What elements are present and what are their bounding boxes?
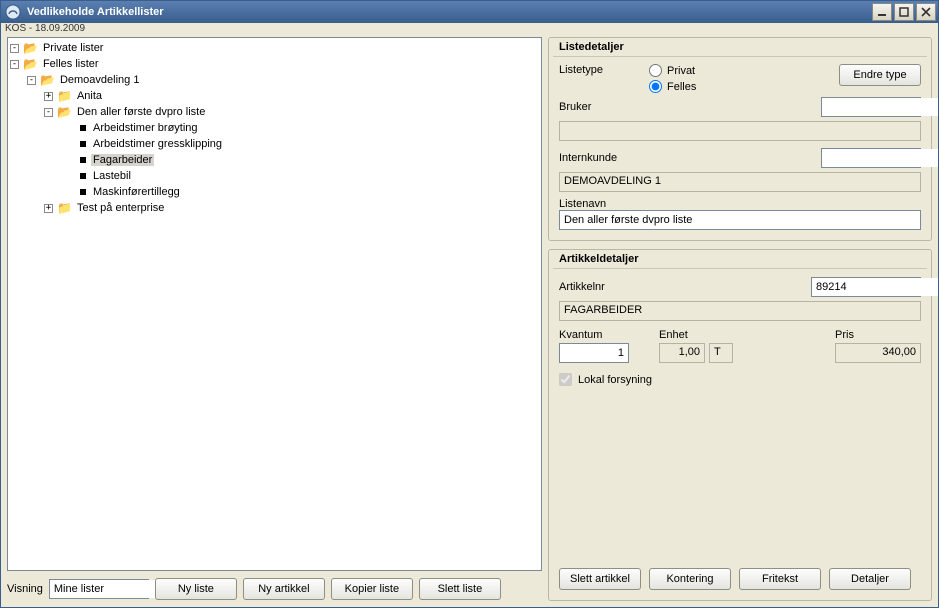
close-button[interactable] [916, 3, 936, 21]
slett-liste-button[interactable]: Slett liste [419, 578, 501, 600]
tree-node-label[interactable]: Den aller første dvpro liste [75, 106, 207, 118]
listenavn-input[interactable] [559, 210, 921, 230]
tree-toggle-icon[interactable]: + [44, 204, 53, 213]
tree-node-label[interactable]: Test på enterprise [75, 202, 166, 214]
ny-artikkel-button[interactable]: Ny artikkel [243, 578, 325, 600]
tree-folder[interactable]: + 📁Anita [8, 88, 541, 104]
tree-toggle-icon[interactable]: + [44, 92, 53, 101]
visning-combo[interactable]: ▾ [49, 579, 149, 599]
tree-folder[interactable]: -📂Demoavdeling 1 [8, 72, 541, 88]
tree-node-label[interactable]: Arbeidstimer brøyting [91, 122, 200, 134]
pris-display: 340,00 [835, 343, 921, 363]
bullet-icon [80, 157, 86, 163]
bullet-icon [80, 189, 86, 195]
tree-node-label[interactable]: Arbeidstimer gressklipping [91, 138, 224, 150]
lokal-forsyning-input[interactable] [559, 373, 572, 386]
folder-icon: 📂 [23, 41, 38, 55]
tree-toggle-icon[interactable]: - [10, 60, 19, 69]
app-window: Vedlikeholde Artikkellister KOS - 18.09.… [0, 0, 939, 608]
listetype-privat-radio[interactable]: Privat [649, 64, 833, 77]
minimize-button[interactable] [872, 3, 892, 21]
bottom-toolbar: Visning ▾ Ny liste Ny artikkel Kopier li… [7, 571, 542, 601]
listedetaljer-title: Listedetaljer [553, 41, 927, 57]
fritekst-button[interactable]: Fritekst [739, 568, 821, 590]
privat-radio-input[interactable] [649, 64, 662, 77]
slett-artikkel-button[interactable]: Slett artikkel [559, 568, 641, 590]
bruker-label: Bruker [559, 101, 643, 113]
tree-node-label[interactable]: Private lister [41, 42, 106, 54]
tree-view[interactable]: -📂Private lister-📂Felles lister-📂Demoavd… [7, 37, 542, 571]
kontering-button[interactable]: Kontering [649, 568, 731, 590]
tree-folder[interactable]: + 📁Test på enterprise [8, 200, 541, 216]
folder-icon: 📁 [57, 201, 72, 215]
artikkeldetaljer-title: Artikkeldetaljer [553, 253, 927, 269]
folder-icon: 📂 [57, 105, 72, 119]
artikkeldetaljer-group: Artikkeldetaljer Artikkelnr ▾ FAGARBEIDE… [548, 249, 932, 601]
listedetaljer-group: Listedetaljer Listetype Privat Felles [548, 37, 932, 241]
internkunde-value[interactable] [822, 149, 938, 167]
listetype-felles-radio[interactable]: Felles [649, 80, 833, 93]
window-title: Vedlikeholde Artikkellister [27, 6, 870, 18]
bruker-combo[interactable]: ▾ [821, 97, 921, 117]
tree-toggle-icon[interactable]: - [10, 44, 19, 53]
kvantum-label: Kvantum [559, 329, 629, 341]
left-panel: -📂Private lister-📂Felles lister-📂Demoavd… [7, 37, 542, 601]
folder-icon: 📂 [40, 73, 55, 87]
folder-icon: 📂 [23, 57, 38, 71]
tree-leaf[interactable]: Lastebil [8, 168, 541, 184]
enhet-factor-display: 1,00 [659, 343, 705, 363]
detaljer-button[interactable]: Detaljer [829, 568, 911, 590]
listenavn-label: Listenavn [559, 198, 921, 210]
tree-toggle-icon[interactable]: - [27, 76, 36, 85]
lokal-forsyning-label: Lokal forsyning [578, 374, 652, 386]
artikkelnr-value[interactable] [812, 278, 938, 296]
app-icon [5, 4, 21, 20]
tree-leaf[interactable]: Arbeidstimer brøyting [8, 120, 541, 136]
privat-radio-label: Privat [667, 65, 695, 77]
internkunde-name-display: DEMOAVDELING 1 [559, 172, 921, 192]
content-area: -📂Private lister-📂Felles lister-📂Demoavd… [1, 37, 938, 607]
tree-node-label[interactable]: Fagarbeider [91, 154, 154, 166]
kvantum-input[interactable] [559, 343, 629, 363]
enhet-unit-display: T [709, 343, 733, 363]
felles-radio-input[interactable] [649, 80, 662, 93]
endre-type-button[interactable]: Endre type [839, 64, 921, 86]
tree-toggle-icon[interactable]: - [44, 108, 53, 117]
listetype-label: Listetype [559, 64, 643, 76]
bullet-icon [80, 141, 86, 147]
tree-node-label[interactable]: Felles lister [41, 58, 101, 70]
artikkelnr-label: Artikkelnr [559, 281, 643, 293]
tree-node-label[interactable]: Anita [75, 90, 104, 102]
bruker-name-display [559, 121, 921, 141]
kopier-liste-button[interactable]: Kopier liste [331, 578, 413, 600]
tree-node-label[interactable]: Maskinførertillegg [91, 186, 182, 198]
bullet-icon [80, 125, 86, 131]
tree-leaf[interactable]: Arbeidstimer gressklipping [8, 136, 541, 152]
lokal-forsyning-checkbox[interactable]: Lokal forsyning [559, 373, 921, 386]
bullet-icon [80, 173, 86, 179]
tree-leaf[interactable]: Maskinførertillegg [8, 184, 541, 200]
internkunde-combo[interactable]: ▾ [821, 148, 921, 168]
visning-label: Visning [7, 583, 43, 595]
right-panel: Listedetaljer Listetype Privat Felles [548, 37, 932, 601]
bruker-value[interactable] [822, 98, 938, 116]
tree-node-label[interactable]: Demoavdeling 1 [58, 74, 142, 86]
status-line: KOS - 18.09.2009 [1, 23, 938, 37]
tree-leaf[interactable]: Fagarbeider [8, 152, 541, 168]
tree-node-label[interactable]: Lastebil [91, 170, 133, 182]
felles-radio-label: Felles [667, 81, 696, 93]
pris-label: Pris [835, 329, 921, 341]
titlebar: Vedlikeholde Artikkellister [1, 1, 938, 23]
folder-icon: 📁 [57, 89, 72, 103]
internkunde-label: Internkunde [559, 152, 643, 164]
artikkelnr-combo[interactable]: ▾ [811, 277, 921, 297]
tree-folder[interactable]: -📂Private lister [8, 40, 541, 56]
maximize-button[interactable] [894, 3, 914, 21]
ny-liste-button[interactable]: Ny liste [155, 578, 237, 600]
enhet-label: Enhet [659, 329, 733, 341]
tree-folder[interactable]: -📂Den aller første dvpro liste [8, 104, 541, 120]
tree-folder[interactable]: -📂Felles lister [8, 56, 541, 72]
artikkel-name-display: FAGARBEIDER [559, 301, 921, 321]
